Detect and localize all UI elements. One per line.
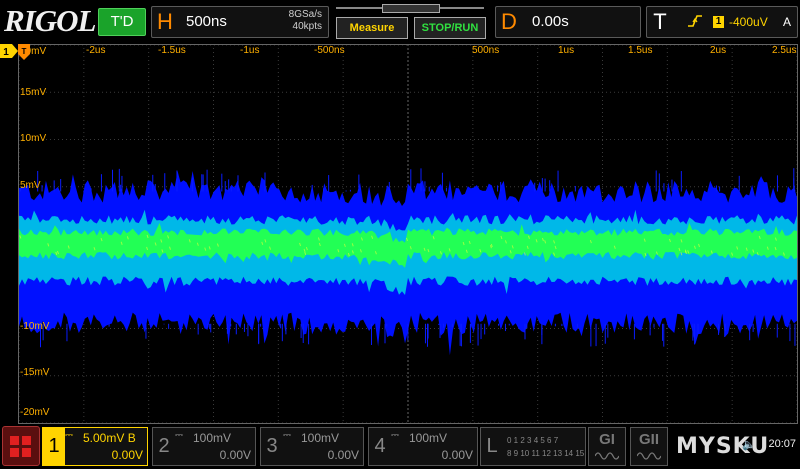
- grid-icon: [22, 448, 31, 457]
- channel-number: 2: [158, 435, 170, 457]
- delay-panel[interactable]: D 0.00s: [495, 6, 641, 38]
- trigger-source-badge: 1: [713, 16, 724, 28]
- timebase-value: 500ns: [186, 13, 227, 30]
- grid-icon: [22, 436, 31, 445]
- dc-coupling-icon: ⎓: [391, 430, 399, 441]
- trigger-level: -400uV: [729, 15, 768, 29]
- bottom-bar: 1 ⎓ 5.00mV B 0.00V 2 ⎓ 100mV 0.00V 3 ⎓ 1…: [0, 424, 800, 469]
- time-tick-label: 2.5us: [772, 45, 797, 56]
- dc-coupling-icon: ⎓: [65, 430, 73, 441]
- volt-tick-label: 5mV: [20, 180, 41, 191]
- speaker-icon[interactable]: 🔈: [742, 438, 756, 451]
- time-tick-label: 1.5us: [628, 45, 653, 56]
- generator-2-box[interactable]: GII: [630, 427, 668, 466]
- channel-offset: 0.00V: [111, 448, 143, 462]
- logic-analyzer-box[interactable]: L 0 1 2 3 4 5 6 7 8 9 10 11 12 13 14 15: [480, 427, 586, 466]
- logic-letter: L: [486, 435, 498, 457]
- generator-1-box[interactable]: GI: [588, 427, 626, 466]
- top-bar: RIGOL T'D H 500ns 8GSa/s 40kpts Measure …: [0, 0, 800, 44]
- grid-icon: [10, 448, 19, 457]
- delay-letter: D: [501, 9, 517, 34]
- time-tick-label: -1us: [240, 45, 260, 56]
- home-menu-button[interactable]: [2, 426, 40, 466]
- grid-icon: [10, 436, 19, 445]
- dc-coupling-icon: ⎓: [175, 430, 183, 441]
- waveform-svg: [18, 44, 798, 424]
- bandwidth-limit-flag: B: [127, 431, 136, 445]
- time-tick-label: 500ns: [472, 45, 500, 56]
- time-tick-label: 1us: [558, 45, 575, 56]
- dc-coupling-icon: ⎓: [283, 430, 291, 441]
- sine-wave-icon: [637, 452, 661, 460]
- channel-1-box[interactable]: 1 ⎓ 5.00mV B 0.00V: [42, 427, 148, 466]
- horizontal-letter: H: [157, 9, 173, 34]
- ch1-offset-marker[interactable]: 1: [0, 44, 18, 58]
- rigol-logo: RIGOL: [4, 3, 96, 38]
- acquisition-info: 8GSa/s 40kpts: [289, 9, 322, 33]
- trigger-panel[interactable]: T 1 -400uV A: [646, 6, 798, 38]
- delay-value: 0.00s: [532, 13, 569, 30]
- memory-depth: 40kpts: [292, 21, 322, 32]
- trigger-position-marker[interactable]: T: [18, 44, 30, 66]
- sample-rate: 8GSa/s: [288, 9, 322, 20]
- scale-value: 5.00mV: [83, 431, 125, 445]
- rising-edge-icon: [687, 14, 703, 31]
- system-clock: 20:07: [768, 438, 796, 450]
- generator-label: GI: [599, 431, 615, 448]
- svg-text:T: T: [22, 47, 27, 56]
- measure-button[interactable]: Measure: [336, 17, 408, 39]
- memory-window: [382, 4, 440, 13]
- volt-tick-label: 15mV: [20, 87, 47, 98]
- waveform-display[interactable]: -2us -1.5us -1us -500ns 500ns 1us 1.5us …: [0, 44, 798, 424]
- channel-scale: 100mV: [301, 431, 340, 445]
- time-tick-label: -500ns: [314, 45, 345, 56]
- channel-4-box[interactable]: 4 ⎓ 100mV 0.00V: [368, 427, 478, 466]
- channel-scale: 5.00mV B: [83, 431, 136, 445]
- svg-text:1: 1: [3, 47, 9, 58]
- channel-number: 1: [43, 428, 65, 465]
- channel-2-box[interactable]: 2 ⎓ 100mV 0.00V: [152, 427, 256, 466]
- logic-channels-row-1: 0 1 2 3 4 5 6 7: [507, 436, 559, 445]
- volt-tick-label: -20mV: [20, 407, 50, 418]
- channel-number: 3: [266, 435, 278, 457]
- trigger-status-badge[interactable]: T'D: [98, 8, 146, 36]
- memory-position-bar[interactable]: [330, 4, 490, 13]
- channel-number: 4: [374, 435, 386, 457]
- generator-label: GII: [638, 431, 659, 448]
- channel-3-box[interactable]: 3 ⎓ 100mV 0.00V: [260, 427, 364, 466]
- trigger-mode: A: [782, 15, 791, 29]
- channel-scale: 100mV: [193, 431, 232, 445]
- logic-channels-row-2: 8 9 10 11 12 13 14 15: [507, 449, 585, 458]
- time-tick-label: -2us: [86, 45, 106, 56]
- channel-offset: 0.00V: [327, 448, 359, 462]
- volt-tick-label: -10mV: [20, 321, 50, 332]
- volt-tick-label: 10mV: [20, 133, 47, 144]
- channel-scale: 100mV: [409, 431, 448, 445]
- sine-wave-icon: [595, 452, 619, 460]
- stop-run-button[interactable]: STOP/RUN: [414, 17, 486, 39]
- channel-offset: 0.00V: [219, 448, 251, 462]
- time-tick-label: -1.5us: [158, 45, 186, 56]
- channel-offset: 0.00V: [441, 448, 473, 462]
- horizontal-panel[interactable]: H 500ns 8GSa/s 40kpts: [151, 6, 329, 38]
- time-tick-label: 2us: [710, 45, 727, 56]
- volt-tick-label: -15mV: [20, 367, 50, 378]
- trigger-letter: T: [653, 9, 667, 34]
